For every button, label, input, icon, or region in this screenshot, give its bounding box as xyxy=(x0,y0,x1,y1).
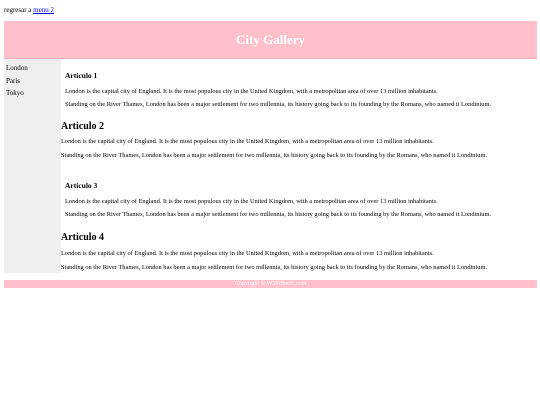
back-nav-prefix: regresar a xyxy=(4,6,32,14)
article-1: Articulo 1 London is the capital city of… xyxy=(65,71,537,109)
article-paragraph: Standing on the River Thames, London has… xyxy=(65,101,492,108)
article-title: Articulo 2 xyxy=(61,121,105,132)
article-title: Articulo 4 xyxy=(61,232,105,243)
article-3: Articulo 3 London is the capital city of… xyxy=(65,181,537,219)
page-title: City Gallery xyxy=(236,31,305,47)
sidebar-item-paris[interactable]: Paris xyxy=(6,75,61,88)
article-2: Articulo 2 London is the capital city of… xyxy=(61,121,537,160)
article-paragraph: London is the capital city of England. I… xyxy=(61,250,434,257)
article-paragraph: London is the capital city of England. I… xyxy=(65,198,438,205)
article-paragraph: Standing on the River Thames, London has… xyxy=(65,211,492,218)
back-nav: regresar a menu 2 xyxy=(4,6,54,15)
page-footer: Copyright © W3Schools.com xyxy=(4,280,537,288)
page-header: City Gallery xyxy=(4,21,537,59)
sidebar: London Paris Tokyo xyxy=(4,59,61,273)
article-paragraph: London is the capital city of England. I… xyxy=(61,138,434,145)
article-title: Articulo 1 xyxy=(65,71,98,80)
article-paragraph: London is the capital city of England. I… xyxy=(65,88,438,95)
article-4: Articulo 4 London is the capital city of… xyxy=(61,232,537,272)
sidebar-item-london[interactable]: London xyxy=(6,62,61,75)
menu-2-link[interactable]: menu 2 xyxy=(33,6,54,14)
page: regresar a menu 2 City Gallery London Pa… xyxy=(0,0,540,405)
sidebar-item-tokyo[interactable]: Tokyo xyxy=(6,87,61,100)
article-paragraph: Standing on the River Thames, London has… xyxy=(61,264,488,271)
article-paragraph: Standing on the River Thames, London has… xyxy=(61,152,488,159)
copyright-text: Copyright © W3Schools.com xyxy=(234,281,307,287)
article-title: Articulo 3 xyxy=(65,181,98,190)
sidebar-list: London Paris Tokyo xyxy=(4,59,61,100)
